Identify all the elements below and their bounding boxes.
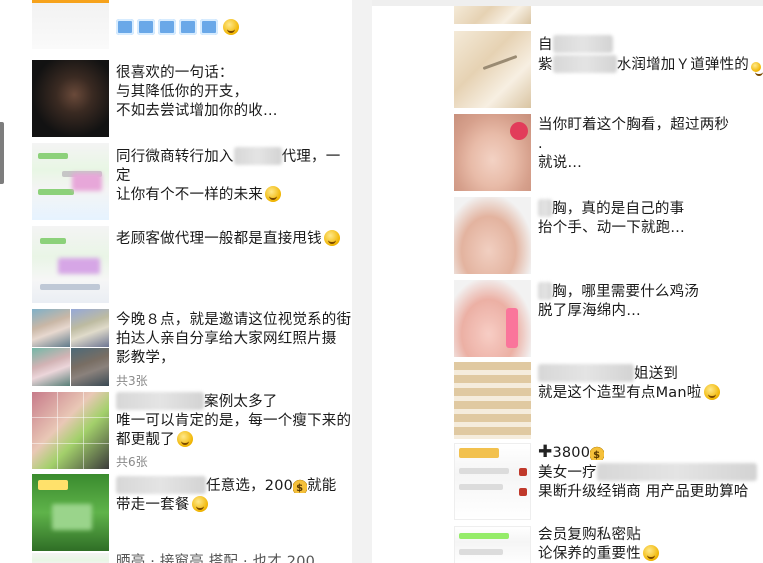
feed-post[interactable]: 姐送到 就是这个造型有点Man啦 (372, 362, 763, 442)
chat-bubble (459, 448, 499, 458)
left-moments-feed: 很喜欢的一句话： 与其降低你的开支， 不如去尝试增加你的收… 同行微商转行加入代… (0, 0, 352, 563)
chat-bubble (459, 484, 503, 490)
product-item (506, 308, 518, 348)
chat-bubble (38, 153, 68, 159)
post-thumbnail[interactable] (32, 348, 70, 386)
smile-emoji-icon (223, 19, 239, 35)
feed-post[interactable]: 胸，真的是自己的事 抬个手、动一下就跑… (372, 197, 763, 277)
redacted-text (596, 463, 757, 481)
post-thumbnail[interactable] (71, 348, 109, 386)
redacted-text (552, 35, 613, 53)
smile-emoji-icon (265, 186, 281, 202)
post-text: 很喜欢的一句话： 与其降低你的开支， 不如去尝试增加你的收… (116, 65, 278, 119)
redacted-text (116, 392, 204, 410)
post-thumbnail[interactable] (32, 309, 70, 347)
post-thumbnail[interactable] (454, 526, 531, 563)
feed-post[interactable] (0, 0, 352, 52)
emoji-icon (179, 19, 197, 35)
post-thumbnail[interactable] (454, 114, 531, 191)
redacted-text (552, 55, 617, 73)
redacted-block (58, 258, 100, 274)
post-thumbnail[interactable] (32, 143, 109, 220)
redacted-text (538, 199, 552, 217)
post-thumbnail[interactable] (32, 226, 109, 303)
money-bag-icon (590, 444, 605, 465)
post-thumbnail[interactable] (71, 309, 109, 347)
post-thumbnail[interactable] (32, 0, 109, 49)
smile-emoji-icon (176, 431, 193, 447)
chat-bubble (40, 238, 66, 244)
post-thumbnail[interactable] (32, 553, 109, 563)
post-thumbnail[interactable] (454, 31, 531, 108)
post-thumbnail[interactable] (454, 197, 531, 274)
feed-post[interactable]: 今晚８点，就是邀请这位视觉系的街 拍达人亲自分享给大家网红照片摄 影教学， 共3… (0, 309, 352, 389)
feed-post[interactable]: 会员复购私密贴 论保养的重要性 (372, 526, 763, 563)
post-text: 今晚８点，就是邀请这位视觉系的街 拍达人亲自分享给大家网红照片摄 影教学， (116, 312, 352, 366)
feed-post[interactable]: ✚3800 美女一疗 果断升级经销商 用产品更助算哈 (372, 443, 763, 523)
smile-emoji-icon (751, 62, 763, 76)
right-moments-feed: 自 紫水润增加Ｙ道弹性的 当你盯着这个胸看，超过两秒 . 就说… 胸，真的是自己… (372, 0, 763, 563)
post-thumbnail[interactable] (32, 60, 109, 137)
chat-bubble (459, 549, 503, 555)
image-count: 共6张 (116, 455, 148, 469)
smile-emoji-icon (191, 496, 208, 512)
chat-bubble (38, 189, 74, 195)
product-item (510, 122, 528, 140)
feed-post[interactable]: 老顾客做代理一般都是直接甩钱 (0, 226, 352, 306)
feed-post[interactable]: 案例太多了 唯一可以肯定的是，每一个瘦下来的 都更靓了 共6张 (0, 392, 352, 472)
feed-post[interactable]: 同行微商转行加入 代理，一定 让你有个不一样的未来 (0, 143, 352, 223)
feed-post[interactable]: 当你盯着这个胸看，超过两秒 . 就说… (372, 114, 763, 194)
post-text-row (116, 0, 239, 38)
feed-post[interactable]: 晒亮 · 接窗亮 搭配 · 也才 200 (0, 553, 352, 563)
feed-post[interactable] (372, 6, 763, 24)
promo-badge (38, 480, 68, 490)
avatar (519, 468, 527, 476)
post-thumbnail[interactable] (32, 474, 109, 551)
smile-emoji-icon (642, 545, 659, 561)
image-count: 共3张 (116, 374, 148, 388)
feed-post[interactable]: 很喜欢的一句话： 与其降低你的开支， 不如去尝试增加你的收… (0, 60, 352, 140)
chat-bubble (459, 533, 509, 539)
redacted-block (52, 504, 92, 530)
redacted-text (538, 282, 552, 300)
chat-bubble (459, 468, 509, 474)
emoji-icon (158, 19, 176, 35)
post-text: 胸，哪里需要什么鸡汤 脱了厚海绵内… (538, 282, 699, 319)
post-thumbnail[interactable] (32, 392, 109, 469)
post-text: 姐送到 就是这个造型有点Man啦 (538, 364, 720, 403)
post-text: 晒亮 · 接窗亮 搭配 · 也才 200 (116, 554, 316, 563)
redacted-text (116, 476, 206, 494)
redacted-text (538, 364, 634, 382)
redacted-block (72, 173, 102, 191)
smile-emoji-icon (703, 384, 720, 400)
money-bag-icon (293, 477, 308, 498)
plus-icon: ✚ (538, 442, 553, 462)
avatar (519, 488, 527, 496)
emoji-icon (137, 19, 155, 35)
feed-post[interactable]: 胸，哪里需要什么鸡汤 脱了厚海绵内… (372, 280, 763, 360)
feed-post[interactable]: 任意选，200就能 带走一套餐 (0, 474, 352, 554)
post-thumbnail[interactable] (454, 362, 531, 439)
chat-bubble (40, 284, 100, 290)
post-thumbnail[interactable] (454, 280, 531, 357)
emoji-icon (116, 19, 134, 35)
post-text: 会员复购私密贴 论保养的重要性 (538, 526, 659, 563)
post-text: 胸，真的是自己的事 抬个手、动一下就跑… (538, 199, 685, 236)
post-text: 自 紫水润增加Ｙ道弹性的 (538, 35, 763, 76)
post-text: 当你盯着这个胸看，超过两秒 . 就说… (538, 117, 730, 171)
emoji-icon (200, 19, 218, 35)
post-text: 同行微商转行加入 代理，一定 让你有个不一样的未来 (116, 147, 341, 203)
post-thumbnail[interactable] (454, 443, 531, 520)
redacted-text (233, 147, 282, 165)
smile-emoji-icon (323, 230, 340, 246)
post-text: ✚3800 美女一疗 果断升级经销商 用产品更助算哈 (538, 443, 757, 502)
product-pen (482, 54, 518, 71)
post-text: 案例太多了 唯一可以肯定的是，每一个瘦下来的 都更靓了 (116, 392, 352, 448)
post-text: 老顾客做代理一般都是直接甩钱 (116, 230, 340, 249)
post-text: 任意选，200就能 带走一套餐 (116, 476, 336, 515)
feed-post[interactable]: 自 紫水润增加Ｙ道弹性的 (372, 31, 763, 111)
post-thumbnail[interactable] (454, 6, 531, 24)
